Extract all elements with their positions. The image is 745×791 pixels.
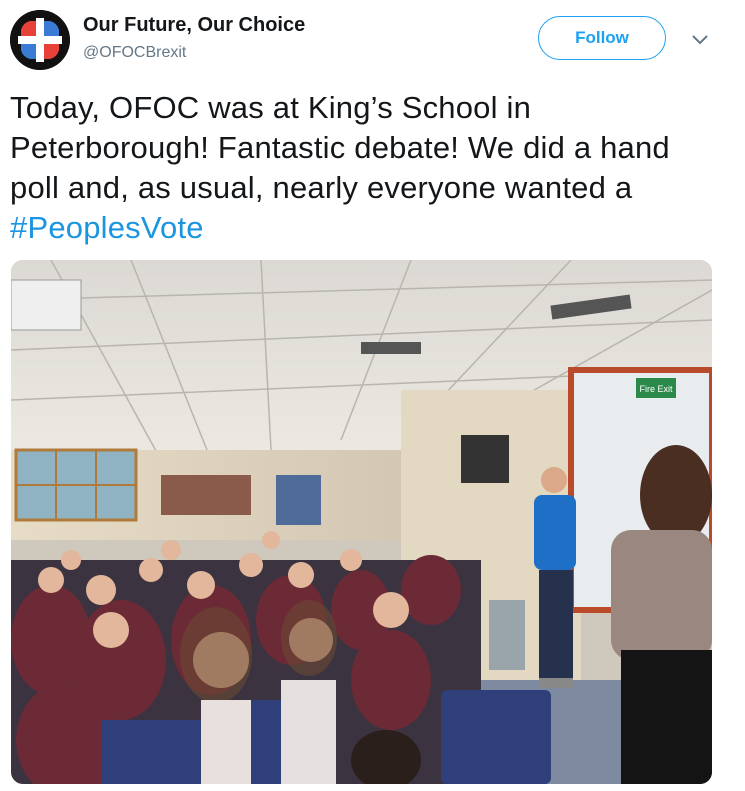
author-name[interactable]: Our Future, Our Choice (83, 14, 305, 37)
hashtag-link[interactable]: #PeoplesVote (10, 210, 204, 245)
author-handle[interactable]: @OFOCBrexit (83, 44, 186, 62)
fire-exit-sign: Fire Exit (639, 384, 673, 394)
classroom-photo: Fire Exit (11, 260, 712, 784)
tweet-photo[interactable]: Fire Exit (11, 260, 712, 784)
cross-logo-icon (10, 10, 70, 70)
tweet-card: Our Future, Our Choice @OFOCBrexit Follo… (0, 0, 745, 791)
follow-button[interactable]: Follow (538, 16, 666, 60)
avatar[interactable] (10, 10, 70, 70)
tweet-text: Today, OFOC was at King’s School in Pete… (10, 88, 710, 248)
more-options-button[interactable] (688, 28, 712, 52)
chevron-down-icon (692, 35, 708, 45)
tweet-body: Today, OFOC was at King’s School in Pete… (10, 90, 670, 205)
